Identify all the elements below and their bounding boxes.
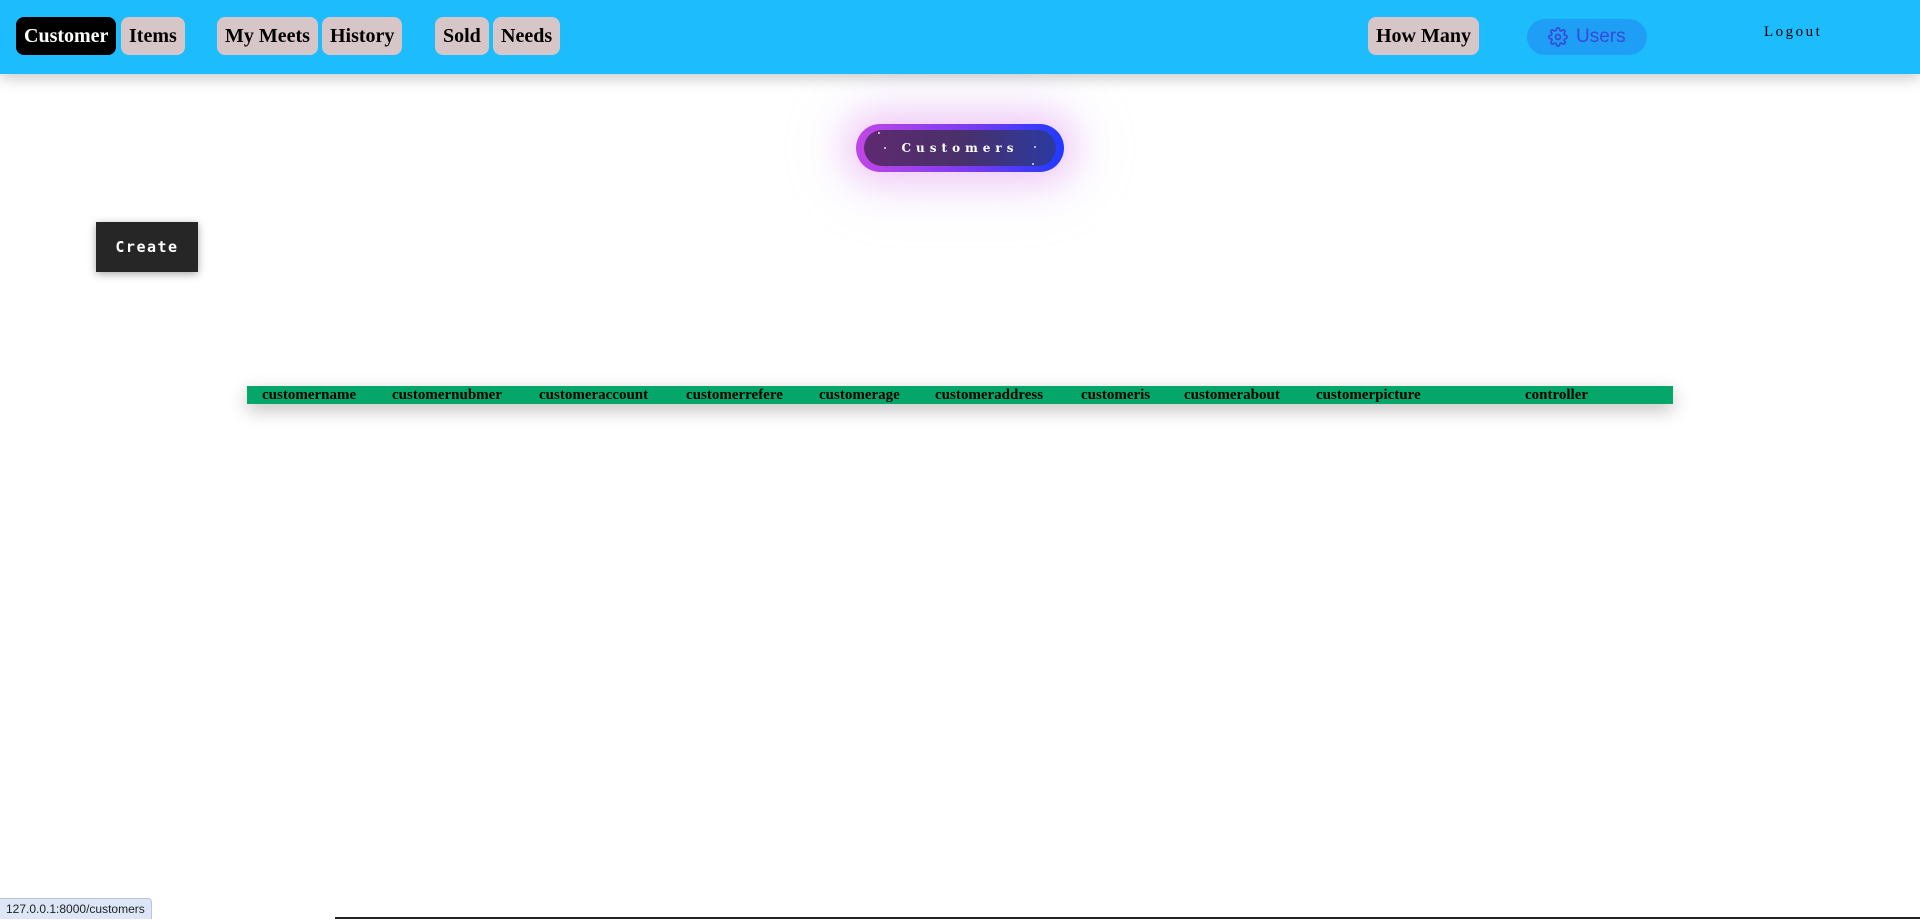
column-header: customeraddress — [935, 387, 1044, 403]
page-title-pill: Customers — [856, 124, 1064, 172]
sparkle-decoration — [1034, 146, 1036, 148]
users-label: Users — [1576, 26, 1626, 47]
nav-sold-button[interactable]: Sold — [435, 17, 489, 55]
users-button[interactable]: Users — [1527, 19, 1647, 55]
logout-link[interactable]: Logout — [1764, 24, 1822, 41]
customers-table-header: customername customernubmer customeracco… — [247, 386, 1673, 404]
gear-icon — [1548, 27, 1568, 47]
nav-customer-button[interactable]: Customer — [16, 17, 117, 55]
sparkle-decoration — [878, 132, 880, 134]
nav-items-button[interactable]: Items — [121, 17, 185, 55]
column-header: customerrefere — [686, 387, 783, 403]
column-header: customernubmer — [392, 387, 502, 403]
nav-needs-button[interactable]: Needs — [493, 17, 561, 55]
column-header: customeris — [1081, 387, 1151, 403]
column-header: customerage — [819, 387, 900, 403]
column-header: customerabout — [1184, 387, 1280, 403]
column-header: customeraccount — [539, 387, 649, 403]
nav-history-button[interactable]: History — [322, 17, 403, 55]
page-title[interactable]: Customers — [864, 130, 1056, 166]
sparkle-decoration — [1032, 163, 1034, 165]
status-bar-url: 127.0.0.1:8000/customers — [0, 898, 152, 919]
column-header: controller — [1525, 387, 1589, 403]
nav-how-many-button[interactable]: How Many — [1368, 17, 1479, 55]
sparkle-decoration — [884, 147, 886, 149]
nav-my-meets-button[interactable]: My Meets — [217, 17, 318, 55]
create-button[interactable]: Create — [96, 222, 198, 272]
column-header: customerpicture — [1316, 387, 1421, 403]
top-navbar: Customer Items My Meets History Sold Nee… — [0, 0, 1920, 74]
column-header: customername — [262, 387, 357, 403]
